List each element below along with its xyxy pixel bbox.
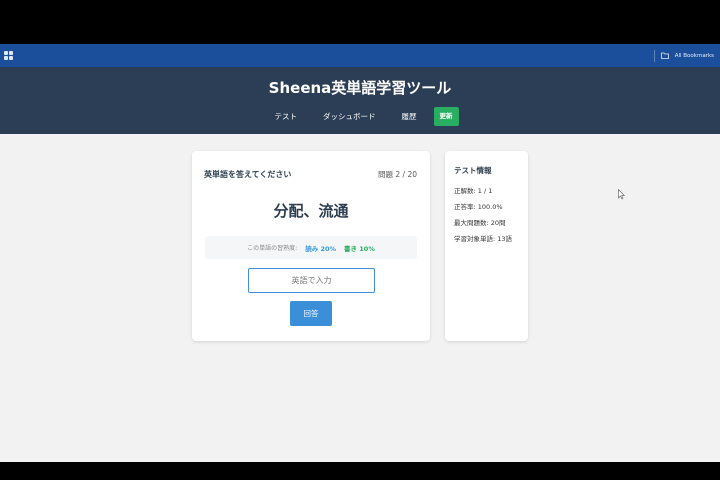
nav-dashboard[interactable]: ダッシュボード [310,107,389,126]
nav-test[interactable]: テスト [262,107,311,126]
folder-icon [660,52,669,59]
writing-proficiency: 書き 10% [344,244,375,253]
page: Sheena英単語学習ツール テスト ダッシュボード 履歴 更新 英単語を答えて… [0,67,720,462]
bookmarks-separator [653,49,655,62]
info-correct-count: 正解数: 1 / 1 [454,187,493,195]
quiz-prompt: 英単語を答えてください [204,170,292,179]
top-black-bar [0,0,720,44]
info-target-words: 学習対象単語: 13語 [454,235,513,243]
test-info-card: テスト情報 正解数: 1 / 1 正答率: 100.0% 最大問題数: 20問 … [445,151,528,341]
proficiency-box: この単語の習熟度: 読み 20% 書き 10% [205,236,417,259]
question-word: 分配、流通 [273,202,349,220]
test-info-title: テスト情報 [454,166,492,175]
page-title: Sheena英単語学習ツール [268,79,452,97]
bookmarks-bar: All Bookmarks [0,44,720,67]
info-max-questions: 最大問題数: 20問 [454,219,506,227]
app-header: Sheena英単語学習ツール テスト ダッシュボード 履歴 更新 [0,67,720,134]
test-info-list: 正解数: 1 / 1 正答率: 100.0% 最大問題数: 20問 学習対象単語… [454,186,512,250]
question-counter: 問題 2 / 20 [378,170,417,179]
answer-input[interactable] [248,268,375,293]
mouse-cursor-icon [618,185,625,204]
all-bookmarks-label: All Bookmarks [674,52,714,59]
update-button[interactable]: 更新 [433,107,459,126]
submit-answer-button[interactable]: 回答 [290,301,332,326]
all-bookmarks[interactable]: All Bookmarks [653,49,714,62]
main-nav: テスト ダッシュボード 履歴 更新 [0,107,720,126]
reading-proficiency: 読み 20% [305,244,337,253]
bottom-black-bar [0,462,720,480]
proficiency-label: この単語の習熟度: [247,245,298,252]
nav-history[interactable]: 履歴 [389,107,430,126]
info-accuracy: 正答率: 100.0% [454,203,503,211]
quiz-card: 英単語を答えてください 問題 2 / 20 分配、流通 この単語の習熟度: 読み… [192,151,430,341]
apps-grid-icon[interactable] [4,51,13,60]
